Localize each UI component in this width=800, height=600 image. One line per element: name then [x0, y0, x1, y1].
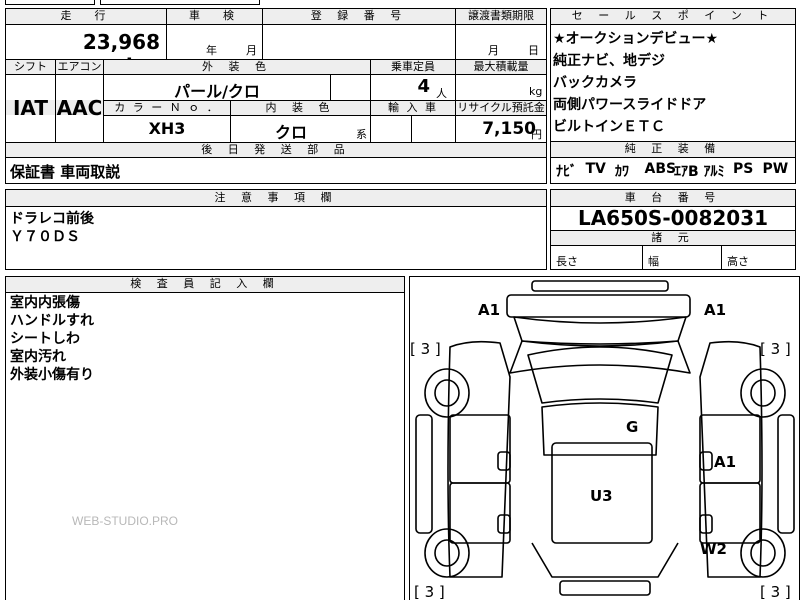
inspection-month-unit: 月 [246, 44, 257, 57]
later-parts-value: 保証書 車両取説 [10, 163, 121, 181]
equipment-item: ｴｱB [674, 164, 699, 180]
bracket-top-left: [ 3 ] [410, 340, 441, 358]
recycle-unit: 円 [531, 128, 542, 141]
aircon-value: AAC [56, 96, 103, 120]
dimension-width-label: 幅 [648, 255, 659, 268]
equipment-item: PW [762, 161, 789, 177]
shift-header: シフト [6, 60, 55, 74]
dimension-length-label: 長さ [556, 255, 578, 268]
sales-point-item: 両側パワースライドドア [553, 97, 707, 113]
windshield [527, 346, 673, 404]
left-front-door [449, 414, 511, 484]
inspector-header: 検 査 員 記 入 欄 [6, 277, 404, 291]
inspector-note-line: 外装小傷有り [10, 367, 94, 383]
capacity-value: 4 [417, 76, 430, 97]
inspection-header: 車 検 [167, 9, 262, 23]
mark-front-left: A1 [478, 301, 500, 319]
equipment-item: ﾅﾋﾞ [556, 164, 577, 180]
interior-color-header: 内 装 色 [231, 101, 370, 115]
sales-points-header: セ ー ル ス ポ イ ン ト [551, 9, 795, 23]
transfer-month-unit: 月 [488, 44, 499, 57]
hood [513, 316, 687, 345]
later-parts-header: 後 日 発 送 部 品 [6, 143, 546, 157]
equipment-item: ABS [644, 161, 677, 177]
roof [541, 402, 659, 456]
mark-front-right: A1 [704, 301, 726, 319]
watermark: WEB-STUDIO.PRO [72, 514, 179, 528]
wheel-rear-left [424, 528, 470, 578]
car-damage-diagram: A1 A1 G A1 U3 W2 [ 3 ] [ 3 ] [ 3 ] [ 3 ] [410, 280, 795, 600]
max-load-header: 最大積載量 [456, 60, 546, 74]
import-header: 輸 入 車 [371, 101, 455, 115]
note-line: Ｙ７０ＤＳ [10, 229, 80, 245]
rear-bumper [559, 580, 651, 596]
wheel-front-left [424, 368, 470, 418]
chassis-header: 車 台 番 号 [551, 190, 795, 206]
sales-point-item: 純正ナビ、地デジ [553, 53, 665, 69]
notes-header: 注 意 事 項 欄 [6, 190, 546, 206]
exterior-color-header: 外 装 色 [104, 60, 370, 74]
dimension-height-label: 高さ [727, 255, 749, 268]
equipment-item: TV [585, 161, 606, 177]
equipment-header: 純 正 装 備 [551, 142, 795, 156]
sales-point-item: ★オークションデビュー★ [553, 31, 719, 47]
sales-point-item: バックカメラ [553, 75, 637, 91]
shift-value: IAT [12, 96, 48, 120]
inspection-year-unit: 年 [206, 44, 217, 57]
front-bumper [531, 280, 669, 292]
recycle-header: リサイクル預託金 [456, 101, 546, 115]
max-load-unit: kg [529, 85, 543, 98]
interior-color-unit: 系 [356, 128, 367, 141]
color-no-value: XH3 [148, 119, 186, 138]
capacity-unit: 人 [436, 87, 447, 100]
mark-right-door: A1 [714, 453, 736, 471]
wheel-front-right [740, 368, 786, 418]
capacity-header: 乗車定員 [371, 60, 455, 74]
sales-point-item: ビルトインＥＴＣ [553, 119, 665, 135]
transfer-day-unit: 日 [528, 44, 539, 57]
bracket-bottom-left: [ 3 ] [414, 583, 445, 600]
recycle-value: 7,150 [482, 119, 536, 139]
chassis-value: LA650S-0082031 [577, 206, 769, 230]
registration-header: 登 録 番 号 [263, 9, 455, 23]
left-rear-door [449, 482, 511, 544]
color-no-header: カ ラ ー Ｎ ｏ ． [104, 101, 230, 115]
aircon-header: エアコン [56, 60, 103, 74]
mark-center: U3 [590, 487, 613, 505]
dimensions-header: 諸 元 [551, 231, 795, 245]
right-rear-door [699, 482, 761, 544]
equipment-item: ｶﾜ [615, 164, 629, 180]
bracket-top-right: [ 3 ] [760, 340, 791, 358]
equipment-item: ｱﾙﾐ [703, 164, 725, 180]
interior-color-value: クロ [274, 123, 307, 142]
bracket-bottom-right: [ 3 ] [760, 583, 791, 600]
right-front-door [699, 414, 761, 484]
mark-rear-right: W2 [700, 540, 727, 558]
wheel-rear-right [740, 528, 786, 578]
mark-roof: G [626, 418, 638, 436]
mileage-number: 23,968 [82, 30, 160, 54]
transfer-header: 譲渡書類期限 [456, 9, 546, 23]
exterior-color-value: パール/クロ [174, 82, 260, 101]
mileage-header: 走 行 [6, 9, 166, 23]
equipment-item: PS [733, 161, 754, 177]
